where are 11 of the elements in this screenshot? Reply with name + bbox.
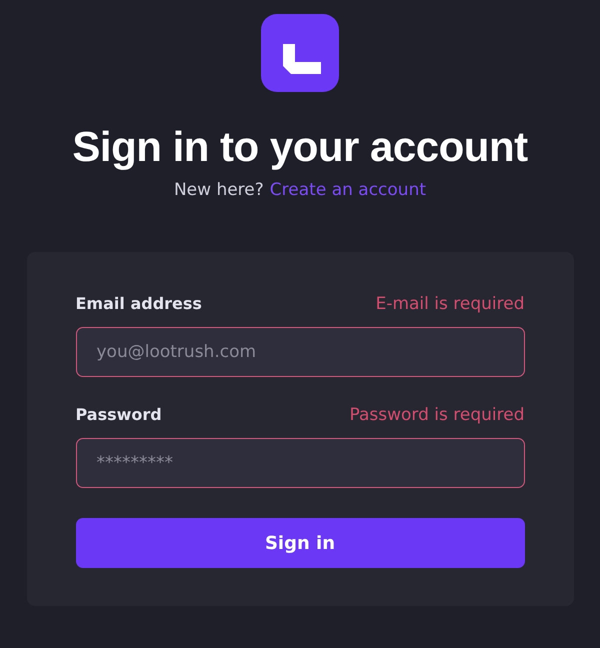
field-label: Password bbox=[76, 405, 162, 424]
create-account-link[interactable]: Create an account bbox=[270, 180, 426, 200]
logo-icon bbox=[261, 14, 339, 92]
error-message: Password is required bbox=[349, 405, 524, 425]
error-message: E-mail is required bbox=[376, 294, 524, 314]
password-field[interactable]: ********* bbox=[76, 438, 524, 488]
sign-in-button[interactable]: Sign in bbox=[76, 518, 524, 568]
email-field[interactable]: you@lootrush.com bbox=[76, 327, 524, 377]
subtitle-text: New here? bbox=[174, 180, 264, 200]
field-label: Email address bbox=[76, 294, 202, 313]
page-title: Sign in to your account bbox=[72, 122, 528, 172]
